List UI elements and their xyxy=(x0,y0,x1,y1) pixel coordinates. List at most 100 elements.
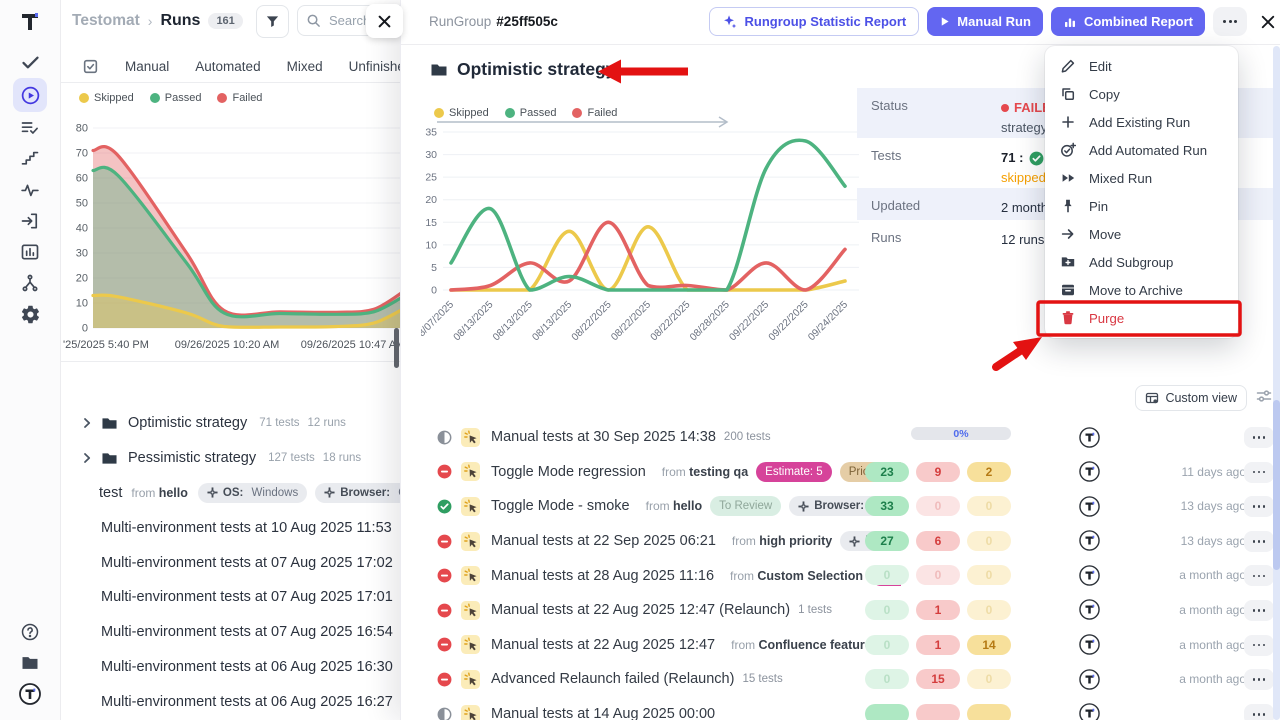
group-name[interactable]: Multi-environment tests at 10 Aug 2025 1… xyxy=(101,520,392,536)
run-row[interactable]: Manual tests at 22 Aug 2025 12:47 (Relau… xyxy=(401,593,1280,628)
run-title[interactable]: Manual tests at 30 Sep 2025 14:38 xyxy=(491,429,716,445)
group-name[interactable]: Multi-environment tests at 07 Aug 2025 1… xyxy=(101,555,393,571)
run-row[interactable]: Manual tests at 28 Aug 2025 11:16 from C… xyxy=(401,558,1280,593)
run-title[interactable]: Manual tests at 22 Aug 2025 12:47 xyxy=(491,637,715,653)
chevron-right-icon[interactable] xyxy=(82,417,92,429)
select-runs-icon[interactable] xyxy=(82,58,99,75)
manual-run-icon xyxy=(461,532,480,551)
sidebar-item-settings[interactable] xyxy=(13,297,47,331)
group-name[interactable]: Pessimistic strategy xyxy=(128,450,256,466)
tree-group-row[interactable]: Multi-environment tests at 06 Aug 2025 1… xyxy=(60,650,400,685)
run-actions-button[interactable] xyxy=(1244,600,1274,621)
menu-item-mixed-run[interactable]: Mixed Run xyxy=(1045,164,1238,192)
group-name[interactable]: Multi-environment tests at 07 Aug 2025 1… xyxy=(101,589,393,605)
run-actions-button[interactable] xyxy=(1244,462,1274,483)
view-options-icon[interactable] xyxy=(1256,389,1272,403)
group-name[interactable]: Multi-environment tests at 07 Aug 2025 1… xyxy=(101,624,393,640)
panel-close-button[interactable] xyxy=(366,4,403,38)
rungroup-context-menu: Edit Copy Add Existing Run Add Automated… xyxy=(1045,46,1238,338)
menu-item-pin[interactable]: Pin xyxy=(1045,192,1238,220)
tree-run-row[interactable]: test from hello OS: WindowsBrowser: Chro… xyxy=(60,476,400,511)
chevron-right-icon[interactable] xyxy=(82,452,92,464)
left-panel-scrollbar[interactable] xyxy=(394,328,399,368)
custom-view-button[interactable]: Custom view xyxy=(1135,385,1247,411)
more-actions-button[interactable] xyxy=(1213,7,1247,36)
modal-scrollbar-thumb[interactable] xyxy=(1273,400,1280,570)
tree-group-row[interactable]: Optimistic strategy 71 tests 12 runs xyxy=(60,406,400,441)
run-actions-button[interactable] xyxy=(1244,565,1274,586)
sidebar-item-integrations[interactable] xyxy=(13,266,47,300)
menu-item-move[interactable]: Move xyxy=(1045,220,1238,248)
run-row[interactable]: Manual tests at 22 Sep 2025 06:21 from h… xyxy=(401,524,1280,559)
run-title[interactable]: Toggle Mode - smoke xyxy=(491,498,630,514)
group-tests-count: 71 tests xyxy=(259,417,299,429)
group-name[interactable]: Optimistic strategy xyxy=(128,415,247,431)
tab-mixed[interactable]: Mixed xyxy=(287,59,323,74)
svg-text:08/13/2025: 08/13/2025 xyxy=(530,299,574,343)
menu-item-add-automated-run[interactable]: Add Automated Run xyxy=(1045,136,1238,164)
run-row[interactable]: Manual tests at 14 Aug 2025 00:00 xyxy=(401,697,1280,720)
manual-run-button[interactable]: Manual Run xyxy=(927,7,1043,36)
tree-group-row[interactable]: Multi-environment tests at 10 Aug 2025 1… xyxy=(60,510,400,545)
sidebar-item-test-plans[interactable] xyxy=(13,111,47,145)
run-title[interactable]: Manual tests at 22 Aug 2025 12:47 (Relau… xyxy=(491,602,790,618)
avatar[interactable] xyxy=(1079,427,1100,448)
menu-item-add-existing-run[interactable]: Add Existing Run xyxy=(1045,108,1238,136)
tab-manual[interactable]: Manual xyxy=(125,59,169,74)
sidebar-item-milestones[interactable] xyxy=(13,141,47,175)
tree-group-row[interactable]: Multi-environment tests at 07 Aug 2025 1… xyxy=(60,545,400,580)
running-status-icon xyxy=(437,707,452,720)
run-title[interactable]: Manual tests at 22 Sep 2025 06:21 xyxy=(491,533,716,549)
sidebar-item-runs[interactable] xyxy=(13,78,47,112)
filter-button[interactable] xyxy=(256,5,289,38)
run-actions-button[interactable] xyxy=(1244,531,1274,552)
run-title[interactable]: Manual tests at 14 Aug 2025 00:00 xyxy=(491,706,715,720)
modal-scrollbar-track[interactable] xyxy=(1273,46,1280,720)
sidebar-item-help[interactable] xyxy=(13,615,47,649)
menu-item-move-to-archive[interactable]: Move to Archive xyxy=(1045,276,1238,304)
rungroup-statistic-report-button[interactable]: Rungroup Statistic Report xyxy=(709,7,919,36)
combined-report-button[interactable]: Combined Report xyxy=(1051,7,1205,36)
failed-count: 6 xyxy=(916,531,960,551)
run-actions-button[interactable] xyxy=(1244,704,1274,720)
app-logo-icon[interactable] xyxy=(14,6,46,38)
sidebar-item-analytics[interactable] xyxy=(13,173,47,207)
menu-item-add-subgroup[interactable]: Add Subgroup xyxy=(1045,248,1238,276)
sidebar-item-tasks[interactable] xyxy=(13,45,47,79)
sidebar-item-reports[interactable] xyxy=(13,235,47,269)
sidebar-item-projects[interactable] xyxy=(13,646,47,680)
menu-item-edit[interactable]: Edit xyxy=(1045,52,1238,80)
tree-group-row[interactable]: Multi-environment tests at 07 Aug 2025 1… xyxy=(60,580,400,615)
run-row[interactable]: Manual tests at 30 Sep 2025 14:38 200 te… xyxy=(401,420,1280,455)
avatar[interactable] xyxy=(1079,703,1100,720)
manual-run-icon xyxy=(461,705,480,720)
passed-count xyxy=(865,704,909,720)
run-actions-button[interactable] xyxy=(1244,496,1274,517)
tests-count: 71 : xyxy=(1001,148,1023,168)
run-title[interactable]: Advanced Relaunch failed (Relaunch) xyxy=(491,671,734,687)
run-actions-button[interactable] xyxy=(1244,669,1274,690)
run-actions-button[interactable] xyxy=(1244,635,1274,656)
run-row[interactable]: Toggle Mode - smoke from hello To Review… xyxy=(401,489,1280,524)
run-actions-button[interactable] xyxy=(1244,427,1274,448)
run-title[interactable]: Toggle Mode regression xyxy=(491,464,646,480)
sidebar-item-account[interactable] xyxy=(13,677,47,711)
breadcrumb-app[interactable]: Testomat xyxy=(72,12,140,30)
manual-run-icon xyxy=(461,566,480,585)
run-row[interactable]: Manual tests at 22 Aug 2025 12:47 from C… xyxy=(401,628,1280,663)
run-name[interactable]: test xyxy=(99,485,122,501)
tab-automated[interactable]: Automated xyxy=(195,59,260,74)
run-row[interactable]: Advanced Relaunch failed (Relaunch) 15 t… xyxy=(401,662,1280,697)
run-row[interactable]: Toggle Mode regression from testing qa E… xyxy=(401,455,1280,490)
menu-item-copy[interactable]: Copy xyxy=(1045,80,1238,108)
tree-group-row[interactable]: Multi-environment tests at 06 Aug 2025 1… xyxy=(60,684,400,719)
tree-group-row[interactable]: Pessimistic strategy 127 tests 18 runs xyxy=(60,441,400,476)
group-name[interactable]: Multi-environment tests at 06 Aug 2025 1… xyxy=(101,694,393,710)
menu-item-purge[interactable]: Purge xyxy=(1045,304,1238,332)
failed-status-icon xyxy=(437,464,452,479)
group-name[interactable]: Multi-environment tests at 06 Aug 2025 1… xyxy=(101,659,393,675)
sidebar-item-imports[interactable] xyxy=(13,204,47,238)
modal-close-button[interactable] xyxy=(1261,15,1275,29)
tree-group-row[interactable]: Multi-environment tests at 07 Aug 2025 1… xyxy=(60,615,400,650)
run-title[interactable]: Manual tests at 28 Aug 2025 11:16 xyxy=(491,568,714,584)
